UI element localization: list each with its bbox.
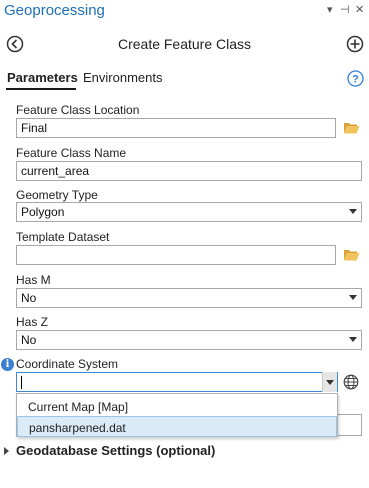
folder-icon[interactable] <box>343 248 360 262</box>
template-label: Template Dataset <box>16 230 110 244</box>
geodatabase-settings-header[interactable]: Geodatabase Settings (optional) <box>16 443 215 458</box>
geometry-select[interactable]: Polygon <box>16 202 362 222</box>
has-m-select[interactable]: No <box>16 288 362 308</box>
globe-icon[interactable] <box>343 374 359 390</box>
pane-menu-icon[interactable]: ▾ <box>327 3 333 16</box>
chevron-down-icon <box>349 209 357 214</box>
tab-environments[interactable]: Environments <box>83 70 162 85</box>
name-field[interactable]: current_area <box>16 161 362 181</box>
geometry-value: Polygon <box>21 205 65 219</box>
has-z-label: Has Z <box>16 315 49 329</box>
name-label: Feature Class Name <box>16 146 127 160</box>
dropdown-option[interactable]: Current Map [Map] <box>17 396 337 417</box>
tab-parameters[interactable]: Parameters <box>7 70 78 85</box>
active-tab-indicator <box>6 88 76 90</box>
dropdown-option-highlighted[interactable]: pansharpened.dat <box>17 416 337 437</box>
coordinate-dropdown-list: Current Map [Map] pansharpened.dat <box>16 393 338 437</box>
has-z-value: No <box>21 333 37 347</box>
chevron-down-icon <box>349 337 357 342</box>
close-icon[interactable]: ✕ <box>355 3 364 16</box>
pin-icon[interactable]: ⊣ <box>340 3 350 16</box>
pane-titlebar: Geoprocessing ▾ ⊣ ✕ <box>0 0 369 24</box>
geoprocessing-pane: Geoprocessing ▾ ⊣ ✕ Create Feature Class… <box>0 0 369 488</box>
chevron-down-icon <box>349 295 357 300</box>
geometry-label: Geometry Type <box>16 188 98 202</box>
expand-arrow-icon[interactable] <box>4 447 9 455</box>
pane-title: Geoprocessing <box>4 2 105 19</box>
has-z-select[interactable]: No <box>16 330 362 350</box>
svg-text:?: ? <box>352 74 359 86</box>
location-label: Feature Class Location <box>16 103 140 117</box>
chevron-down-icon <box>326 380 334 385</box>
info-icon[interactable]: i <box>1 358 14 371</box>
coord-label: Coordinate System <box>16 357 119 371</box>
text-caret <box>21 376 22 389</box>
coordinate-dropdown-button[interactable] <box>322 372 337 392</box>
location-field[interactable]: Final <box>16 118 336 138</box>
has-m-label: Has M <box>16 273 51 287</box>
add-icon[interactable] <box>346 35 364 53</box>
tool-title: Create Feature Class <box>117 36 252 52</box>
coordinate-system-input[interactable] <box>16 372 338 392</box>
folder-icon[interactable] <box>343 121 360 135</box>
help-icon[interactable]: ? <box>347 70 364 87</box>
has-m-value: No <box>21 291 37 305</box>
obscured-field <box>336 414 362 436</box>
template-field[interactable] <box>16 245 336 265</box>
